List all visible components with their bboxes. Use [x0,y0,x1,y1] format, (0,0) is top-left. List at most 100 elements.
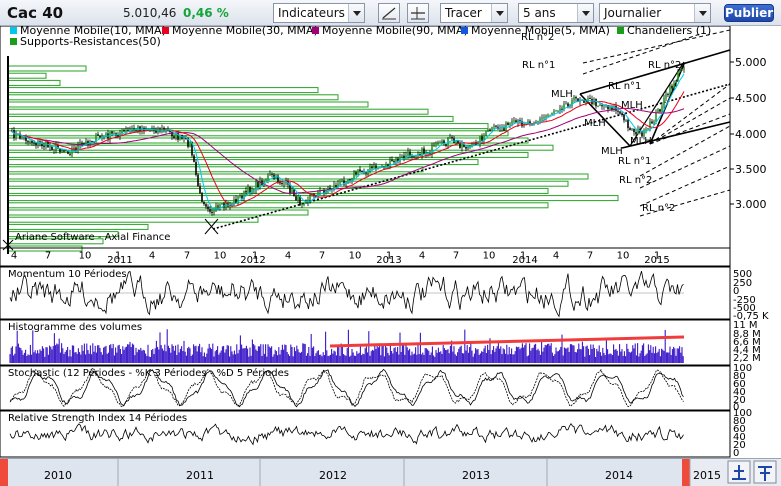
candle-body [123,129,125,132]
candle-body [431,146,433,155]
candle-body [411,156,413,158]
candle-body [297,195,299,201]
year-tick-label: 2015 [644,255,669,266]
watermark: Ariane Software - Axial Finance [15,232,170,243]
candle-body [349,179,351,181]
candle-body [127,129,129,131]
chevron-down-icon [348,4,364,22]
candle-body [215,205,217,209]
candle-body [35,142,37,146]
candle-body [587,98,589,103]
line-tool-button[interactable] [378,3,400,23]
draw-dropdown[interactable]: Tracer [440,3,508,23]
candle-body [555,110,557,112]
candle-body [267,175,269,181]
candle-body [583,100,585,103]
candle-body [435,144,437,146]
candle-body [373,165,375,169]
year-tick-label: 2012 [240,255,265,266]
month-tick-label: 10 [617,250,630,261]
month-tick-label: 7 [453,250,459,261]
price-axis-label: 3.500 [735,163,767,176]
candle-body [247,187,249,193]
candle-body [509,123,511,125]
candle-body [627,120,629,129]
time-navigator[interactable]: 2010 2011 2012 2013 2014 2015 [0,458,781,486]
horizontal-line-tool-button[interactable] [407,3,429,23]
candle-body [549,114,551,116]
annotation-label: RL n°1 [618,156,651,167]
month-tick-label: 7 [45,250,51,261]
navigator-right-handle [682,459,690,486]
candle-body [189,141,191,147]
candle-body [203,201,205,205]
legend-label: Moyenne Mobile(90, MMA) [322,26,468,37]
candle-body [559,108,561,111]
candle-body [155,130,157,133]
candle-body [265,180,267,182]
period-value: 5 ans [523,6,556,20]
candle-body [217,205,219,207]
indicator-axis-label: 0 [733,448,739,458]
candle-body [271,173,273,175]
price-axis-label: 4.500 [735,92,767,105]
candle-body [545,115,547,118]
candle-body [557,110,559,112]
month-tick-label: 10 [79,250,92,261]
candle-body [673,83,675,89]
chevron-down-icon [491,4,507,22]
annotation-label: RL n°2 [521,32,554,43]
candle-body [235,199,237,203]
candle-body [401,155,403,158]
candle-body [91,141,93,143]
candle-body [629,128,631,130]
candle-body [233,199,235,205]
candle-body [173,136,175,139]
candle-body [69,153,71,155]
legend-swatch [617,27,624,34]
candle-body [631,128,633,130]
candle-body [245,190,247,193]
toolbar: Cac 40 5.010,46 0,46 % Indicateurs Trace… [0,0,781,26]
candle-body [437,143,439,145]
candle-body [305,202,307,204]
candle-body [27,141,29,143]
interval-select[interactable]: Journalier [599,3,711,23]
chart-canvas[interactable]: Moyenne Mobile(10, MMA) Moyenne Mobile(30… [0,26,781,458]
candle-body [655,112,657,122]
annotation-label: MLH [551,89,573,100]
candle-body [37,141,39,146]
candle-body [599,105,601,107]
legend-label: Moyenne Mobile(30, MMA) [172,26,318,37]
navigator-year-label: 2010 [44,469,72,482]
legend-swatch [10,27,17,34]
candle-body [675,80,677,84]
price-panel: Moyenne Mobile(10, MMA) Moyenne Mobile(30… [0,26,767,267]
candle-body [361,170,363,172]
candle-body [407,151,409,156]
legend-swatch [461,27,468,34]
candle-body [121,129,123,134]
candle-body [207,206,209,210]
candle-body [415,156,417,158]
candle-body [369,166,371,170]
candle-body [597,105,599,107]
candle-body [567,103,569,107]
candle-body [391,159,393,162]
candle-body [647,127,649,130]
candle-body [351,179,353,181]
candle-body [353,172,355,180]
legend-label: Supports-Resistances(50) [20,35,161,48]
period-select[interactable]: 5 ans [518,3,594,23]
indicators-dropdown[interactable]: Indicateurs [273,3,365,23]
candle-body [621,113,623,115]
publish-button[interactable]: Publier [724,4,774,22]
indicator-panel-title: Relative Strength Index 14 Périodes [8,412,187,424]
candle-body [341,180,343,182]
annotation-label: RL n°2 [642,203,675,214]
candle-body [487,129,489,131]
annotation-label: RL n°2 [619,175,652,186]
candle-body [547,114,549,116]
navigator-strip[interactable]: 2010 2011 2012 2013 2014 2015 [0,459,781,486]
month-tick-label: 7 [319,250,325,261]
